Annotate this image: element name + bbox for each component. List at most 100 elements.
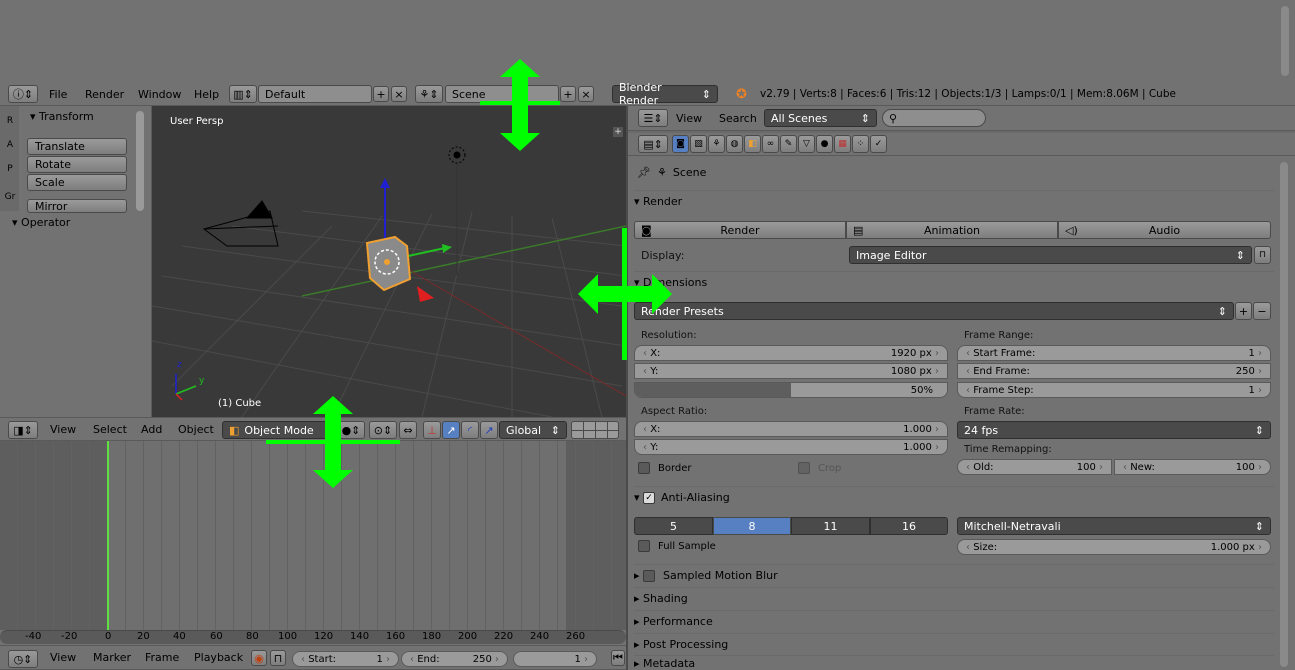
timeline-end-field[interactable]: End: 250 — [401, 651, 508, 667]
scene-delete-button[interactable]: × — [578, 86, 594, 102]
shading-panel-header[interactable]: ▸ Shading — [634, 587, 1274, 609]
world-context-tab[interactable]: ◍ — [726, 135, 743, 153]
timeline-ruler[interactable]: -40 -20 0 20 40 60 80 100 120 140 160 18… — [0, 630, 626, 644]
toolshelf-scrollbar[interactable] — [136, 111, 144, 211]
manipulator-toggle[interactable]: ⇔ — [399, 421, 417, 439]
layer-buttons[interactable] — [571, 421, 619, 439]
aspect-y-field[interactable]: Y: 1.000 — [634, 439, 948, 455]
particles-context-tab[interactable]: ⁘ — [852, 135, 869, 153]
aa-sample-16[interactable]: 16 — [870, 517, 948, 535]
jump-start-button[interactable]: ⏮ — [611, 650, 625, 666]
border-checkbox[interactable]: Border — [638, 462, 692, 474]
layers-context-tab[interactable]: ▧ — [690, 135, 707, 153]
resolution-percentage-slider[interactable]: 50% — [634, 382, 948, 398]
menu-outliner-view[interactable]: View — [676, 106, 702, 130]
lock-toggle[interactable]: ⊓ — [270, 650, 286, 666]
texture-context-tab[interactable]: ▦ — [834, 135, 851, 153]
mirror-button[interactable]: Mirror — [27, 199, 127, 213]
timeline-current-frame-line[interactable] — [107, 441, 109, 630]
performance-panel-header[interactable]: ▸ Performance — [634, 610, 1274, 632]
end-frame-field[interactable]: End Frame: 250 — [957, 363, 1271, 379]
menu-file[interactable]: File — [49, 83, 67, 105]
rotate-button[interactable]: Rotate — [27, 156, 127, 173]
editor-type-info-button[interactable]: ⓘ⇕ — [8, 85, 38, 103]
resolution-x-field[interactable]: X:1920 px — [634, 345, 948, 361]
menu-playback[interactable]: Playback — [194, 646, 243, 669]
toolshelf-tab-tools[interactable]: R — [2, 110, 18, 132]
translate-manipulator[interactable]: ⊥ — [423, 421, 441, 439]
aa-sample-8[interactable]: 8 — [713, 517, 791, 535]
properties-scrollbar[interactable] — [1280, 162, 1288, 667]
aspect-x-field[interactable]: X: 1.000 — [634, 421, 948, 437]
display-mode-dropdown[interactable]: All Scenes ⇕ — [764, 109, 877, 127]
scene-context-tab[interactable]: ⚘ — [708, 135, 725, 153]
material-context-tab[interactable]: ● — [816, 135, 833, 153]
anti-aliasing-check-icon[interactable]: ✓ — [643, 491, 656, 504]
pin-icon[interactable]: 📌︎ — [637, 166, 651, 179]
crop-checkbox[interactable]: Crop — [798, 462, 841, 474]
audio-button[interactable]: ◁) Audio — [1058, 221, 1271, 239]
aa-size-field[interactable]: Size: 1.000 px — [957, 539, 1271, 555]
scene-add-button[interactable]: + — [560, 86, 576, 102]
layout-add-button[interactable]: + — [373, 86, 389, 102]
transform-panel-header[interactable]: ▾ Transform — [30, 110, 94, 123]
aa-sample-5[interactable]: 5 — [634, 517, 713, 535]
editor-type-outliner-button[interactable]: ☰⇕ — [638, 109, 668, 127]
object-context-tab[interactable]: ◧ — [744, 135, 761, 153]
rotate-manipulator[interactable]: ◜ — [461, 421, 479, 439]
menu-frame[interactable]: Frame — [145, 646, 179, 669]
physics-context-tab[interactable]: ✓ — [870, 135, 887, 153]
move-manipulator[interactable]: ↗ — [442, 421, 460, 439]
menu-help[interactable]: Help — [194, 83, 219, 105]
display-dropdown[interactable]: Image Editor ⇕ — [849, 246, 1252, 264]
viewport-plus-icon[interactable]: + — [613, 127, 623, 137]
scale-manipulator[interactable]: ↗ — [480, 421, 498, 439]
scene-selector-button[interactable]: ⚘⇕ — [415, 85, 443, 103]
layout-name-field[interactable]: Default — [258, 85, 372, 103]
layout-selector-button[interactable]: ▥⇕ — [229, 85, 257, 103]
orientation-dropdown[interactable]: Global ⇕ — [499, 421, 567, 439]
menu-marker[interactable]: Marker — [93, 646, 131, 669]
menu-render[interactable]: Render — [85, 83, 124, 105]
constraints-context-tab[interactable]: ∞ — [762, 135, 779, 153]
menu-object[interactable]: Object — [178, 418, 214, 440]
post-processing-panel-header[interactable]: ▸ Post Processing — [634, 633, 1274, 655]
layout-delete-button[interactable]: × — [391, 86, 407, 102]
metadata-panel-header[interactable]: ▸ Metadata — [634, 655, 1274, 670]
frame-step-field[interactable]: Frame Step: 1 — [957, 382, 1271, 398]
menu-view[interactable]: View — [50, 418, 76, 440]
render-engine-dropdown[interactable]: Blender Render ⇕ — [612, 81, 718, 107]
resolution-y-field[interactable]: Y: 1080 px — [634, 363, 948, 379]
record-toggle[interactable]: ◉ — [251, 650, 267, 666]
start-frame-field[interactable]: Start Frame: 1 — [957, 345, 1271, 361]
outliner-search-input[interactable]: ⚲ — [882, 109, 986, 127]
operator-panel-header[interactable]: ▾ Operator — [12, 216, 70, 229]
current-frame-field[interactable]: 1 — [513, 651, 597, 667]
frame-rate-dropdown[interactable]: 24 fps ⇕ — [957, 421, 1271, 439]
modifiers-context-tab[interactable]: ✎ — [780, 135, 797, 153]
render-panel-header[interactable]: ▾ Render — [634, 190, 1274, 212]
timeline-start-field[interactable]: Start: 1 — [292, 651, 399, 667]
motion-blur-check-icon[interactable] — [643, 569, 656, 582]
preset-remove-button[interactable]: − — [1253, 302, 1271, 320]
editor-type-properties-button[interactable]: ▤⇕ — [638, 135, 668, 153]
lock-interface-toggle[interactable]: ⊓ — [1254, 246, 1271, 264]
menu-add[interactable]: Add — [141, 418, 162, 440]
menu-timeline-view[interactable]: View — [50, 646, 76, 669]
animation-button[interactable]: ▤ Animation — [846, 221, 1058, 239]
render-presets-dropdown[interactable]: Render Presets ⇕ — [634, 302, 1234, 320]
menu-search[interactable]: Search — [719, 106, 757, 130]
toolshelf-tab-physics[interactable]: P — [2, 158, 18, 180]
dimensions-panel-header[interactable]: ▾ Dimensions — [634, 271, 1274, 293]
render-context-tab[interactable]: ◙ — [672, 135, 689, 153]
anti-aliasing-panel-header[interactable]: ▾ ✓ Anti-Aliasing — [634, 486, 1274, 508]
scale-button[interactable]: Scale — [27, 174, 127, 191]
aa-sample-11[interactable]: 11 — [791, 517, 870, 535]
menu-window[interactable]: Window — [138, 83, 181, 105]
sampled-motion-blur-panel-header[interactable]: ▸ Sampled Motion Blur — [634, 564, 1274, 586]
toolshelf-tab-create[interactable]: A — [2, 134, 18, 156]
editor-type-3d-button[interactable]: ◨⇕ — [8, 421, 38, 439]
remap-old-field[interactable]: Old: 100 — [957, 459, 1112, 475]
top-scrollbar[interactable] — [1281, 6, 1289, 76]
translate-button[interactable]: Translate — [27, 138, 127, 155]
